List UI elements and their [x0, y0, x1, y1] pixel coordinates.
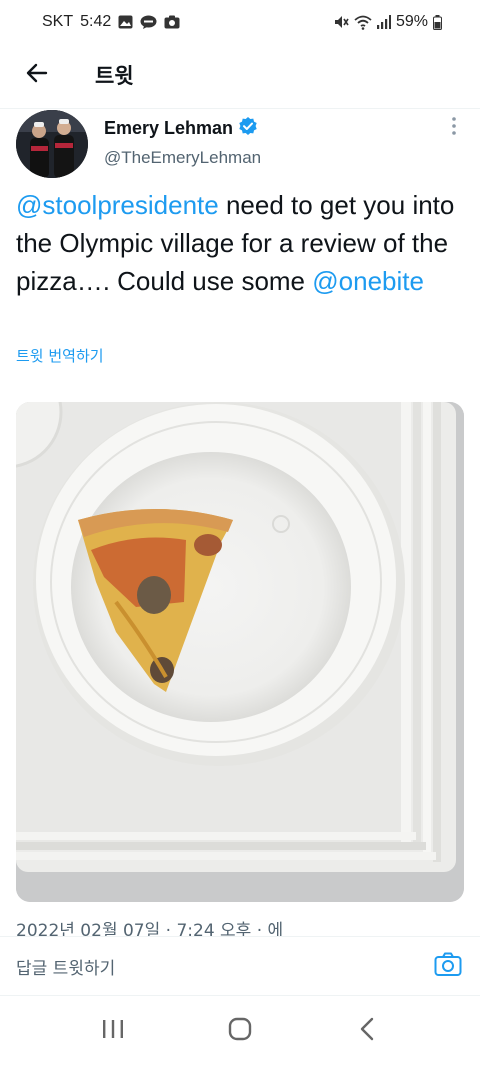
back-button[interactable]	[17, 55, 57, 95]
mention-link[interactable]: @onebite	[312, 266, 424, 296]
avatar[interactable]	[16, 110, 88, 178]
app-header: 트윗	[0, 44, 480, 106]
status-bar: SKT 5:42 59%	[0, 0, 480, 44]
status-left: SKT 5:42	[42, 13, 180, 31]
tweet-meta: 2022년 02월 07일 · 7:24 오후 · 에	[16, 918, 464, 936]
system-nav-bar	[0, 996, 480, 1067]
home-icon	[228, 1017, 252, 1046]
more-vertical-icon	[451, 116, 457, 141]
clock: 5:42	[80, 13, 112, 30]
reply-bar: 답글 트윗하기	[0, 936, 480, 996]
tweet-timestamp: 2022년 02월 07일 · 7:24 오후 · 에	[16, 921, 284, 936]
status-right: 59%	[333, 13, 442, 31]
signal-icon	[376, 15, 391, 29]
page-title: 트윗	[95, 64, 134, 88]
camera-icon	[164, 15, 180, 29]
mention-link[interactable]: @stoolpresidente	[16, 190, 219, 220]
recent-apps-icon	[102, 1019, 124, 1044]
recent-apps-button[interactable]	[83, 1007, 143, 1057]
carrier-label: SKT	[42, 13, 74, 30]
tweet-text: @stoolpresidente need to get you into th…	[16, 186, 466, 300]
tweet-photo[interactable]	[16, 402, 464, 902]
gallery-icon	[118, 15, 133, 29]
author-name[interactable]: Emery Lehman	[104, 118, 233, 139]
author-name-row: Emery Lehman	[104, 116, 261, 141]
back-nav-button[interactable]	[337, 1007, 397, 1057]
mute-icon	[333, 14, 349, 30]
reply-input[interactable]: 답글 트윗하기	[16, 954, 432, 979]
camera-icon	[434, 951, 462, 982]
home-button[interactable]	[210, 1007, 270, 1057]
talk-bubble-icon	[140, 15, 157, 30]
header-divider	[0, 108, 480, 109]
author-text: Emery Lehman @TheEmeryLehman	[104, 116, 261, 180]
wifi-icon	[354, 15, 372, 30]
arrow-left-icon	[25, 61, 49, 90]
translate-tweet-link[interactable]: 트윗 번역하기	[16, 345, 104, 366]
tweet-author: Emery Lehman @TheEmeryLehman	[16, 110, 466, 180]
battery-percent: 59%	[395, 13, 428, 30]
back-icon	[359, 1017, 375, 1046]
more-options-button[interactable]	[442, 116, 466, 140]
author-handle[interactable]: @TheEmeryLehman	[104, 148, 261, 168]
verified-badge-icon	[238, 116, 258, 141]
camera-button[interactable]	[432, 950, 464, 982]
battery-icon	[433, 14, 442, 30]
